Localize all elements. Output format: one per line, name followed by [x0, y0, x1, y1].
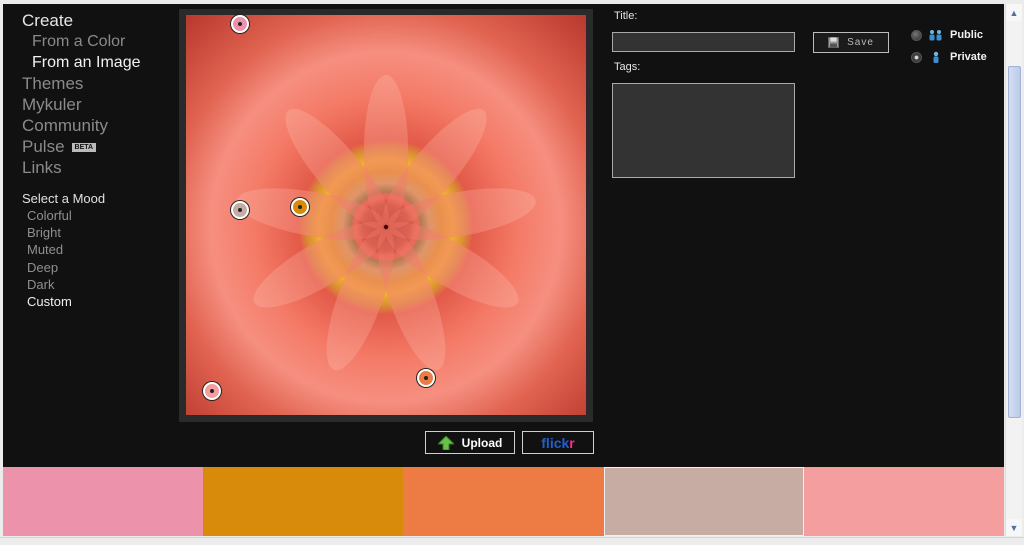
save-button[interactable]: Save — [813, 32, 889, 53]
marker-center — [210, 389, 214, 393]
tags-input[interactable] — [612, 83, 795, 178]
mood-colorful[interactable]: Colorful — [27, 207, 72, 224]
color-picker-marker-4[interactable] — [231, 201, 249, 219]
public-label: Public — [950, 29, 984, 41]
tags-label: Tags: — [614, 61, 641, 73]
main-navigation: Create From a Color From an Image Themes… — [22, 10, 172, 178]
color-swatch-1[interactable] — [3, 467, 204, 536]
scrollbar-thumb[interactable] — [1008, 66, 1021, 418]
scroll-down-arrow-icon[interactable]: ▼ — [1006, 519, 1022, 536]
visibility-private[interactable]: Private — [911, 51, 987, 63]
people-group-icon — [929, 30, 942, 41]
title-input[interactable] — [612, 32, 795, 52]
private-radio[interactable] — [911, 51, 922, 63]
color-picker-marker-1[interactable] — [231, 15, 249, 33]
color-swatch-2[interactable] — [203, 467, 404, 536]
green-up-arrow-icon — [437, 435, 454, 450]
color-swatch-5[interactable] — [803, 467, 1004, 536]
nav-mykuler[interactable]: Mykuler — [22, 94, 172, 115]
color-picker-marker-5[interactable] — [203, 382, 221, 400]
mood-list: Colorful Bright Muted Deep Dark Custom — [27, 207, 72, 310]
floppy-disk-icon — [828, 37, 840, 48]
nav-community[interactable]: Community — [22, 115, 172, 136]
mood-bright[interactable]: Bright — [27, 224, 72, 241]
vertical-scrollbar[interactable]: ▲ ▼ — [1005, 4, 1022, 536]
marker-center — [238, 208, 242, 212]
color-swatch-3[interactable] — [403, 467, 604, 536]
browser-status-bar — [0, 537, 1024, 545]
flickr-button[interactable]: flick r — [522, 431, 594, 454]
single-person-icon — [933, 51, 939, 63]
marker-center — [238, 22, 242, 26]
color-picker-marker-3[interactable] — [417, 369, 435, 387]
image-panel — [179, 9, 593, 422]
upload-button[interactable]: Upload — [425, 431, 515, 454]
mood-custom[interactable]: Custom — [27, 293, 72, 310]
private-label: Private — [950, 51, 987, 63]
flickr-logo-part1: flick — [541, 434, 570, 451]
color-picker-marker-2[interactable] — [291, 198, 309, 216]
marker-center — [424, 376, 428, 380]
marker-center — [298, 205, 302, 209]
mood-muted[interactable]: Muted — [27, 241, 72, 258]
save-label: Save — [847, 37, 874, 48]
title-label: Title: — [614, 10, 638, 22]
color-swatch-strip — [3, 467, 1004, 536]
nav-themes[interactable]: Themes — [22, 73, 172, 94]
nav-create[interactable]: Create — [22, 10, 172, 31]
nav-links[interactable]: Links — [22, 157, 172, 178]
nav-from-a-color[interactable]: From a Color — [22, 31, 172, 52]
nav-pulse[interactable]: Pulse BETA — [22, 136, 172, 157]
public-radio[interactable] — [911, 29, 922, 41]
app-window: Create From a Color From an Image Themes… — [3, 4, 1004, 536]
nav-from-an-image[interactable]: From an Image — [22, 52, 172, 73]
visibility-public[interactable]: Public — [911, 29, 983, 41]
mood-heading: Select a Mood — [22, 191, 106, 206]
flickr-logo-part2: r — [569, 434, 575, 451]
beta-badge: BETA — [71, 143, 97, 152]
scroll-up-arrow-icon[interactable]: ▲ — [1006, 4, 1022, 21]
mood-dark[interactable]: Dark — [27, 276, 72, 293]
mood-deep[interactable]: Deep — [27, 259, 72, 276]
nav-pulse-label: Pulse — [22, 137, 65, 156]
color-swatch-4[interactable] — [603, 467, 804, 536]
upload-label: Upload — [461, 435, 503, 450]
